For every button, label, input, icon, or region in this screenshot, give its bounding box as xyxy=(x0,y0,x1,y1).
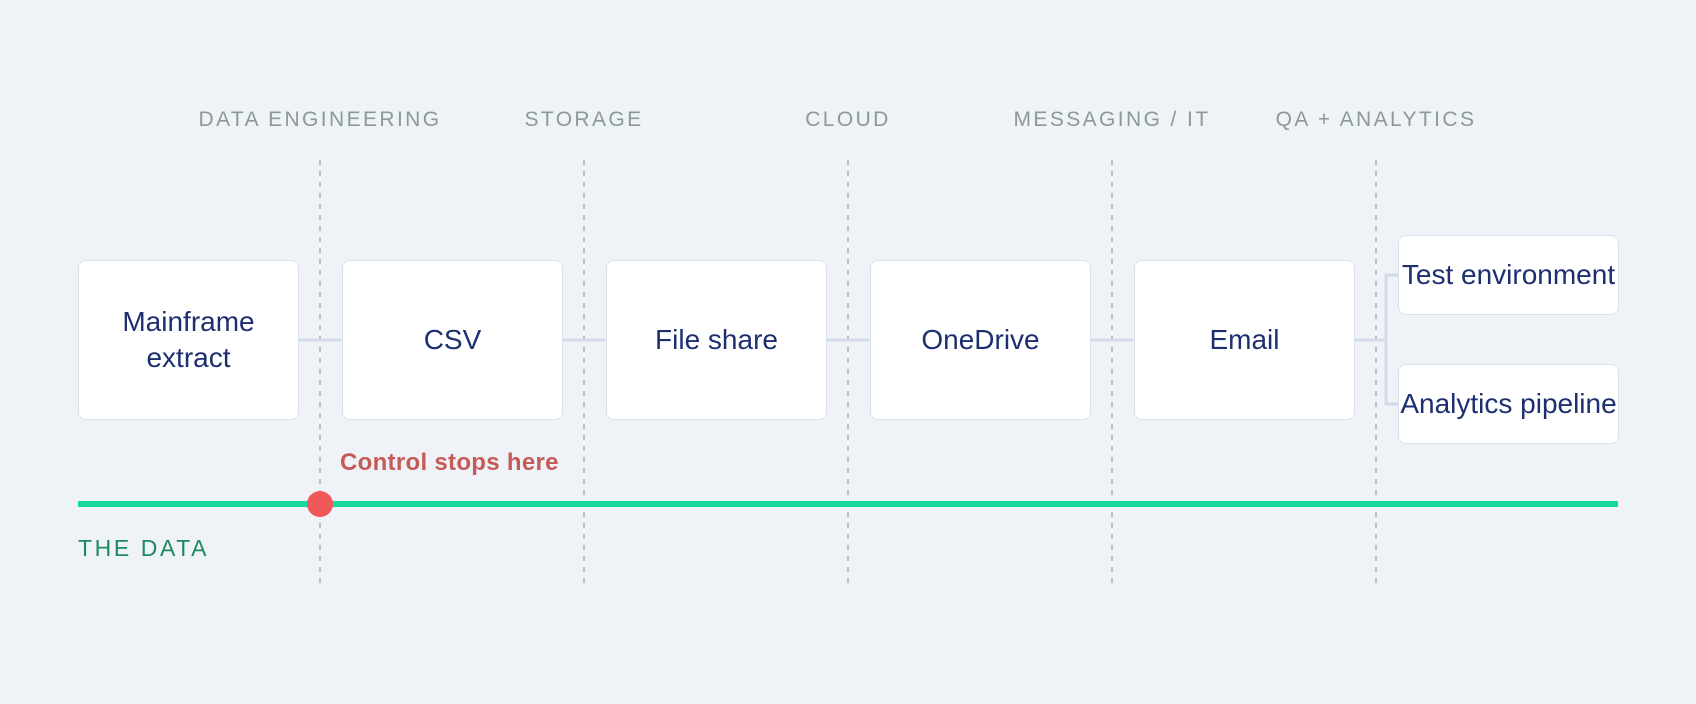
node-label: OneDrive xyxy=(921,324,1040,355)
node-test-environment: Test environment xyxy=(1398,235,1619,315)
control-point-marker xyxy=(307,491,333,517)
node-csv: CSV xyxy=(342,260,563,420)
data-flow-diagram: DATA ENGINEERING STORAGE CLOUD MESSAGING… xyxy=(0,0,1696,704)
node-onedrive: OneDrive xyxy=(870,260,1091,420)
header-qa-analytics: QA + ANALYTICS xyxy=(1275,108,1477,131)
branch-connector xyxy=(1384,273,1398,406)
data-line-label: THE DATA xyxy=(78,535,210,561)
node-mainframe-extract: Mainframe extract xyxy=(78,260,299,420)
header-cloud: CLOUD xyxy=(805,108,891,131)
control-stops-label: Control stops here xyxy=(340,449,559,476)
node-label: Analytics pipeline xyxy=(1400,388,1617,419)
node-label: File share xyxy=(655,324,778,355)
node-label: Email xyxy=(1209,324,1280,355)
node-label: Mainframe extract xyxy=(122,306,255,373)
node-file-share: File share xyxy=(606,260,827,420)
node-label: CSV xyxy=(423,324,482,355)
header-data-engineering: DATA ENGINEERING xyxy=(198,108,442,131)
node-label: Test environment xyxy=(1401,259,1616,290)
header-storage: STORAGE xyxy=(524,108,644,131)
node-analytics-pipeline: Analytics pipeline xyxy=(1398,364,1619,444)
header-messaging-it: MESSAGING / IT xyxy=(1013,108,1211,131)
node-email: Email xyxy=(1134,260,1355,420)
